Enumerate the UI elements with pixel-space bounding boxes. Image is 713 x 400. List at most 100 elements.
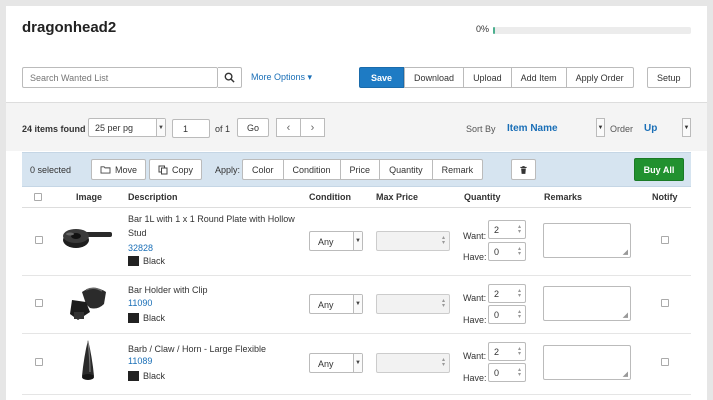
apply-button-group: Color Condition Price Quantity Remark: [242, 159, 484, 180]
caret-down-icon: ▼: [683, 124, 690, 131]
move-button[interactable]: Move: [91, 159, 147, 180]
wanted-list-card: dragonhead2 0% More Options ▾ Save Downl…: [6, 6, 707, 400]
item-color: Black: [128, 371, 165, 381]
want-label: Want:: [463, 231, 487, 241]
col-condition: Condition: [309, 192, 351, 202]
max-price-input[interactable]: ▴ ▾: [376, 353, 450, 373]
stepper-icon: ▴ ▾: [517, 346, 521, 357]
more-options-link[interactable]: More Options ▾: [251, 72, 312, 83]
page-number-input[interactable]: 1: [172, 119, 210, 138]
page-title: dragonhead2: [22, 19, 117, 36]
apply-remark-button[interactable]: Remark: [431, 159, 484, 180]
condition-select[interactable]: Any ▼: [309, 353, 363, 373]
progress-fill: [493, 27, 495, 34]
upload-button[interactable]: Upload: [463, 67, 512, 88]
row-checkbox[interactable]: [35, 358, 43, 366]
have-label: Have:: [463, 252, 487, 262]
trash-icon: [520, 165, 527, 174]
part-number-link[interactable]: 11090: [128, 298, 152, 308]
order-dropdown[interactable]: ▼: [682, 118, 691, 137]
notify-checkbox[interactable]: [661, 358, 669, 366]
color-swatch: [128, 313, 139, 323]
resize-grip-icon: ◢: [622, 312, 628, 319]
copy-icon: [158, 165, 168, 174]
part-number-link[interactable]: 11089: [128, 356, 152, 366]
color-swatch: [128, 256, 139, 266]
apply-condition-button[interactable]: Condition: [282, 159, 341, 180]
condition-select[interactable]: Any ▼: [309, 231, 363, 251]
have-label: Have:: [463, 373, 487, 383]
table-header: [22, 187, 691, 208]
select-all-checkbox[interactable]: [34, 193, 42, 201]
col-image: Image: [76, 192, 103, 202]
per-page-select[interactable]: 25 per pg ▼: [88, 118, 166, 137]
row-divider: [22, 333, 691, 334]
want-label: Want:: [463, 293, 487, 303]
search-input[interactable]: [22, 67, 218, 88]
apply-quantity-button[interactable]: Quantity: [379, 159, 433, 180]
caret-down-icon: ▼: [353, 232, 362, 250]
apply-price-button[interactable]: Price: [339, 159, 381, 180]
have-label: Have:: [463, 315, 487, 325]
stepper-icon: ▴ ▾: [517, 367, 521, 378]
stepper-icon: ▴ ▾: [441, 235, 445, 246]
stepper-icon: ▴ ▾: [441, 357, 445, 368]
apply-order-button[interactable]: Apply Order: [565, 67, 634, 88]
remarks-textarea[interactable]: ◢: [543, 345, 631, 380]
item-color: Black: [128, 256, 165, 266]
delete-button[interactable]: [511, 159, 536, 180]
go-button[interactable]: Go: [237, 118, 270, 137]
sort-by-label: Sort By: [466, 124, 496, 134]
order-value[interactable]: Up: [644, 123, 657, 134]
condition-select[interactable]: Any ▼: [309, 294, 363, 314]
row-divider: [22, 275, 691, 276]
main-toolbar: Save Download Upload Add Item Apply Orde…: [359, 67, 634, 88]
caret-down-icon: ▼: [597, 124, 604, 131]
have-quantity-input[interactable]: 0 ▴ ▾: [488, 305, 526, 324]
col-max-price: Max Price: [376, 192, 419, 202]
max-price-input[interactable]: ▴ ▾: [376, 231, 450, 251]
caret-down-icon: ▼: [353, 295, 362, 313]
caret-down-icon: ▾: [307, 72, 313, 82]
max-price-input[interactable]: ▴ ▾: [376, 294, 450, 314]
row-checkbox[interactable]: [35, 299, 43, 307]
buy-all-button[interactable]: Buy All: [634, 158, 684, 181]
copy-button[interactable]: Copy: [149, 159, 203, 180]
part-image: [63, 229, 112, 248]
want-quantity-input[interactable]: 2 ▴ ▾: [488, 220, 526, 239]
caret-down-icon: ▼: [156, 119, 165, 136]
stepper-icon: ▴ ▾: [517, 288, 521, 299]
download-button[interactable]: Download: [404, 67, 465, 88]
have-quantity-input[interactable]: 0 ▴ ▾: [488, 363, 526, 382]
row-divider: [22, 394, 691, 395]
remarks-textarea[interactable]: ◢: [543, 223, 631, 258]
row-checkbox[interactable]: [35, 236, 43, 244]
apply-color-button[interactable]: Color: [242, 159, 284, 180]
part-image: [70, 287, 106, 320]
prev-page-button[interactable]: ‹: [276, 118, 301, 137]
selected-count: 0 selected: [30, 165, 72, 175]
page-arrows: ‹ ›: [276, 118, 325, 137]
notify-checkbox[interactable]: [661, 299, 669, 307]
col-remarks: Remarks: [544, 192, 583, 202]
sort-by-value[interactable]: Item Name: [507, 123, 558, 134]
notify-checkbox[interactable]: [661, 236, 669, 244]
want-quantity-input[interactable]: 2 ▴ ▾: [488, 342, 526, 361]
add-item-button[interactable]: Add Item: [510, 67, 567, 88]
part-image: [82, 340, 94, 380]
save-button[interactable]: Save: [359, 67, 405, 88]
stepper-icon: ▴ ▾: [517, 309, 521, 320]
search-button[interactable]: [218, 67, 242, 88]
sort-dropdown[interactable]: ▼: [596, 118, 605, 137]
next-page-button[interactable]: ›: [300, 118, 325, 137]
remarks-textarea[interactable]: ◢: [543, 286, 631, 321]
item-description: Bar Holder with Clip: [128, 285, 208, 295]
setup-button[interactable]: Setup: [647, 67, 691, 88]
item-color: Black: [128, 313, 165, 323]
have-quantity-input[interactable]: 0 ▴ ▾: [488, 242, 526, 261]
progress-bar: [493, 27, 691, 34]
want-quantity-input[interactable]: 2 ▴ ▾: [488, 284, 526, 303]
page-total: of 1: [215, 124, 231, 134]
want-label: Want:: [463, 351, 487, 361]
part-number-link[interactable]: 32828: [128, 243, 153, 253]
